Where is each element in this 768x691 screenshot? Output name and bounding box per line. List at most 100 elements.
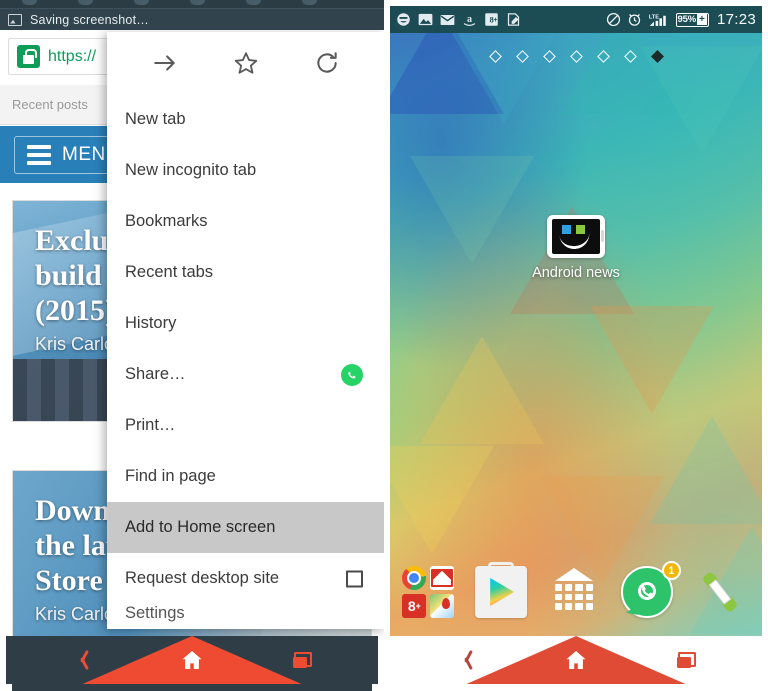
back-chevron-icon <box>460 649 473 671</box>
page-dot[interactable] <box>596 50 610 63</box>
request-desktop-site-checkbox[interactable] <box>346 570 363 587</box>
emoji-face-icon <box>396 12 411 27</box>
right-phone-screenshot: a 8 + LTE 95% + 17:23 Android news 8 + 1 <box>384 0 768 691</box>
page-dot-active[interactable] <box>650 50 664 63</box>
back-chevron-icon <box>76 649 89 671</box>
dock-item-whatsapp[interactable]: 1 <box>620 561 681 622</box>
dock: 8 + 1 <box>384 555 768 633</box>
screenshot-image-icon <box>8 13 22 26</box>
phone-handset-icon <box>694 566 746 618</box>
mail-icon <box>440 12 455 27</box>
menu-item-label: Request desktop site <box>125 569 280 587</box>
nav-home-button[interactable] <box>164 636 220 684</box>
menu-item-label: Add to Home screen <box>125 518 276 536</box>
dual-screenshot-container: https:// Recent posts MENU Exclu build (… <box>0 0 768 691</box>
do-not-disturb-icon <box>606 12 621 27</box>
omnibox-url-text: https:// <box>48 47 97 65</box>
forward-arrow-icon[interactable] <box>150 48 180 78</box>
notification-text: Saving screenshot… <box>30 12 149 27</box>
google-maps-icon <box>429 593 454 618</box>
menu-item-label: Bookmarks <box>125 212 208 230</box>
recent-apps-icon <box>292 652 312 668</box>
nav-back-button[interactable] <box>442 636 490 684</box>
menu-item-add-to-home-screen[interactable]: Add to Home screen <box>107 502 384 553</box>
battery-indicator: 95% + <box>675 12 709 27</box>
quick-settings-strip <box>0 0 384 9</box>
status-clock: 17:23 <box>716 11 756 28</box>
page-dot[interactable] <box>569 50 583 63</box>
battery-percent: 95% <box>677 14 697 25</box>
google-plus-icon: 8 + <box>402 593 427 618</box>
nav-recents-button[interactable] <box>278 636 326 684</box>
page-indicator <box>384 50 768 63</box>
chrome-icon <box>402 566 427 590</box>
notification-shade: Saving screenshot… <box>0 0 384 30</box>
navigation-bar <box>6 636 378 684</box>
svg-text:+: + <box>493 17 497 24</box>
dock-item-google-folder[interactable]: 8 + <box>402 566 458 622</box>
nav-home-button[interactable] <box>548 636 604 684</box>
menu-item-label: Find in page <box>125 467 216 485</box>
menu-item-label: Settings <box>125 604 185 622</box>
menu-item-settings[interactable]: Settings <box>107 604 384 628</box>
menu-item-label: New incognito tab <box>125 161 257 179</box>
svg-text:a: a <box>467 14 472 25</box>
page-dot[interactable] <box>542 50 556 63</box>
page-dot[interactable] <box>623 50 637 63</box>
shortcut-label: Android news <box>532 265 620 281</box>
dock-item-phone[interactable] <box>694 566 750 622</box>
menu-item-new-tab[interactable]: New tab <box>107 94 384 145</box>
recent-apps-icon <box>676 652 696 668</box>
status-bar: a 8 + LTE 95% + 17:23 <box>390 6 762 33</box>
navigation-bar <box>390 636 762 684</box>
menu-item-recent-tabs[interactable]: Recent tabs <box>107 247 384 298</box>
app-drawer-icon <box>548 566 600 618</box>
lte-signal-icon: LTE <box>648 12 670 27</box>
home-shortcut-android-news[interactable]: Android news <box>516 215 636 281</box>
whatsapp-badge-count: 1 <box>661 561 681 580</box>
menu-item-label: New tab <box>125 110 186 128</box>
reload-icon[interactable] <box>312 48 342 78</box>
menu-item-history[interactable]: History <box>107 298 384 349</box>
tabstrip-label: Recent posts <box>12 97 88 112</box>
alarm-clock-icon <box>627 12 642 27</box>
svg-text:LTE: LTE <box>648 14 658 20</box>
chrome-overflow-menu: New tab New incognito tab Bookmarks Rece… <box>107 32 384 629</box>
whatsapp-icon <box>341 363 363 386</box>
battery-charging-icon: + <box>696 14 707 25</box>
gmail-icon <box>429 566 454 590</box>
nav-recents-button[interactable] <box>662 636 710 684</box>
menu-item-find-in-page[interactable]: Find in page <box>107 451 384 502</box>
star-bookmark-icon[interactable] <box>231 48 261 78</box>
menu-item-request-desktop-site[interactable]: Request desktop site <box>107 553 384 604</box>
notification-row[interactable]: Saving screenshot… <box>8 9 149 30</box>
page-dot[interactable] <box>488 50 502 63</box>
amazon-icon: a <box>462 12 477 27</box>
menu-item-label: Recent tabs <box>125 263 214 281</box>
green-lock-icon <box>17 45 40 68</box>
left-phone-screenshot: https:// Recent posts MENU Exclu build (… <box>0 0 384 691</box>
android-authority-phone-icon <box>547 215 605 258</box>
menu-item-label: Share… <box>125 365 186 383</box>
menu-item-print[interactable]: Print… <box>107 400 384 451</box>
home-screen-wallpaper <box>390 6 762 637</box>
menu-item-new-incognito-tab[interactable]: New incognito tab <box>107 145 384 196</box>
wallpaper-triangles <box>390 6 762 637</box>
hamburger-icon <box>27 144 51 165</box>
menu-item-label: Print… <box>125 416 176 434</box>
menu-item-bookmarks[interactable]: Bookmarks <box>107 196 384 247</box>
dock-item-app-drawer[interactable] <box>548 566 604 622</box>
folder-icon-grid: 8 + <box>402 566 454 618</box>
menu-top-icon-row <box>107 32 384 94</box>
note-edit-icon <box>506 12 521 27</box>
menu-item-label: History <box>125 314 177 332</box>
menu-item-share[interactable]: Share… <box>107 349 384 400</box>
status-icons: LTE 95% + 17:23 <box>606 11 756 28</box>
notification-icons: a 8 + <box>396 12 521 27</box>
dock-item-play-store[interactable] <box>475 566 531 622</box>
page-dot[interactable] <box>515 50 529 63</box>
play-store-icon <box>475 566 528 618</box>
screenshot-image-icon <box>418 12 433 27</box>
nav-back-button[interactable] <box>58 636 106 684</box>
google-plus-icon: 8 + <box>484 12 499 27</box>
